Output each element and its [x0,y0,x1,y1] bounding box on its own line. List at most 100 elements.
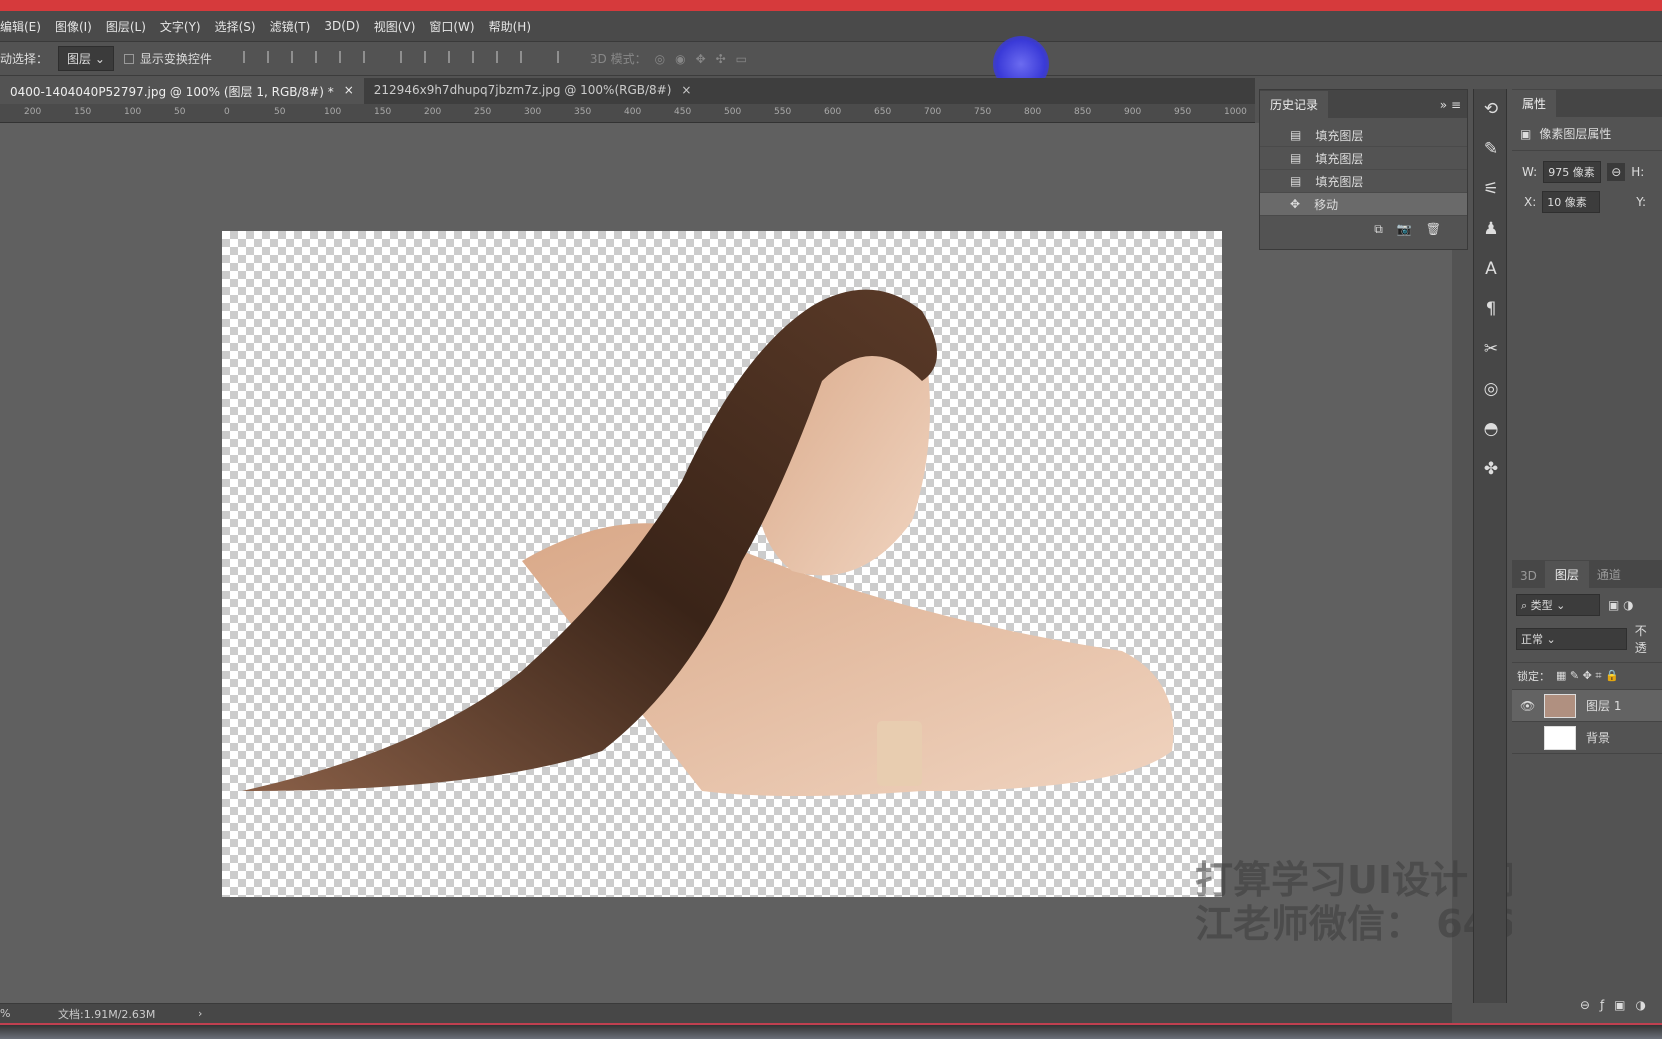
ruler-tick: 350 [574,107,592,117]
layer-actions[interactable]: ⊖ƒ▣◑ [1580,998,1656,1012]
layer-filter-dropdown[interactable]: ⌕ 类型 ⌄ [1516,594,1600,616]
ruler-tick: 750 [974,107,992,117]
document-icon: ▤ [1290,128,1302,142]
menu-layer[interactable]: 图层(L) [106,18,146,35]
ruler-tick: 100 [324,107,342,117]
layer-name: 图层 1 [1586,699,1622,713]
align-icons[interactable] [236,51,574,66]
menu-select[interactable]: 选择(S) [215,18,256,35]
history-item[interactable]: ✥ 移动 [1260,193,1467,216]
panel-icon-strip: ⟲ ✎ ⚟ ♟ A ¶ ✂ ◎ ◓ ✤ [1473,89,1507,1003]
filter-value: 类型 [1530,599,1553,612]
taskbar [0,1023,1662,1039]
character-icon[interactable]: A [1474,249,1508,289]
properties-subtitle: 像素图层属性 [1539,127,1612,141]
3d-mode-label: 3D 模式： [589,52,647,66]
ruler-tick: 250 [474,107,492,117]
ruler-tick: 0 [224,107,230,117]
menu-edit[interactable]: 编辑(E) [0,18,41,35]
blend-mode-dropdown[interactable]: 正常 ⌄ [1516,628,1627,650]
document-size: 文档:1.91M/2.63M [58,1007,156,1021]
ruler-tick: 1000 [1224,107,1247,117]
blend-value: 正常 [1521,633,1543,646]
bracelet [877,721,922,786]
auto-select-dropdown[interactable]: 图层 ⌄ [58,46,114,71]
history-item[interactable]: ▤ 填充图层 [1260,147,1467,170]
ruler-tick: 150 [374,107,392,117]
ruler-tick: 650 [874,107,892,117]
history-actions[interactable]: ⧉📷🗑 [1260,216,1467,243]
menu-3d[interactable]: 3D(D) [324,19,359,33]
ruler-tick: 150 [74,107,92,117]
close-icon[interactable]: × [344,83,354,99]
document-icon: ▤ [1290,151,1302,165]
history-icon[interactable]: ⟲ [1474,89,1508,129]
ruler-tick: 950 [1174,107,1192,117]
ruler-tick: 400 [624,107,642,117]
layer-thumbnail [1544,725,1576,750]
properties-tab[interactable]: 属性 [1512,90,1557,117]
auto-select-label: 动选择： [0,52,49,66]
history-item[interactable]: ▤ 填充图层 [1260,124,1467,147]
adjustments-icon[interactable]: ⚟ [1474,169,1508,209]
menu-filter[interactable]: 滤镜(T) [270,18,311,35]
close-icon[interactable]: × [681,83,691,99]
menu-view[interactable]: 视图(V) [374,18,416,35]
menu-image[interactable]: 图像(I) [55,18,92,35]
shapes-icon[interactable]: ✤ [1474,449,1508,489]
layer-row[interactable]: 👁 图层 1 [1512,690,1662,722]
lock-label: 锁定： [1517,670,1550,683]
properties-panel: 属性 ▣ 像素图层属性 W: 975 像素 ⊖ H: X: 10 像素 Y: [1512,89,1662,550]
tab-layers[interactable]: 图层 [1544,561,1589,588]
ruler-tick: 50 [174,107,186,117]
tab-label: 0400-1404040P52797.jpg @ 100% (图层 1, RGB… [10,85,334,99]
auto-select-value: 图层 [67,52,92,66]
layer-row[interactable]: 背景 [1512,722,1662,754]
menu-type[interactable]: 文字(Y) [160,18,201,35]
link-icon[interactable]: ⊖ [1607,163,1626,181]
width-field[interactable]: 975 像素 [1543,161,1602,183]
ruler-tick: 500 [724,107,742,117]
status-menu-arrow[interactable]: › [198,1007,202,1020]
tab-channels[interactable]: 通道 [1589,561,1629,588]
tab-document-2[interactable]: 212946x9h7dhupq7jbzm7z.jpg @ 100%(RGB/8#… [364,78,702,104]
eye-icon[interactable]: 👁 [1520,699,1535,713]
3d-icon[interactable]: ◓ [1474,409,1508,449]
layers-panel: 3D 图层 通道 ⌕ 类型 ⌄ ▣ ◑ 正常 ⌄ 不透 锁定： ▦ ✎ ✥ ⌗ 🔒 👁… [1512,560,1662,1020]
zoom-level[interactable]: % [0,1007,58,1020]
history-item-label: 填充图层 [1315,174,1364,189]
options-bar: 动选择： 图层 ⌄ 显示变换控件 3D 模式： ◎◉✥✣▭ [0,42,1662,76]
woman-image [242,289,1174,796]
ruler-tick: 300 [524,107,542,117]
x-field[interactable]: 10 像素 [1542,191,1601,213]
panel-menu-icon[interactable]: » ≡ [1434,92,1467,118]
layer-name: 背景 [1586,731,1611,745]
3d-mode-icons[interactable]: ◎◉✥✣▭ [655,52,757,66]
ruler-tick: 550 [774,107,792,117]
clone-source-icon[interactable]: ♟ [1474,209,1508,249]
menu-window[interactable]: 窗口(W) [429,18,474,35]
ruler-tick: 100 [124,107,142,117]
image-icon: ▣ [1520,126,1532,141]
menu-bar: 编辑(E) 图像(I) 图层(L) 文字(Y) 选择(S) 滤镜(T) 3D(D… [0,11,1662,42]
show-transform-checkbox[interactable] [123,53,134,64]
ruler-tick: 200 [24,107,42,117]
history-tab[interactable]: 历史记录 [1260,91,1329,118]
tab-3d[interactable]: 3D [1512,564,1545,588]
brush-icon[interactable]: ✎ [1474,129,1508,169]
lock-icons[interactable]: ▦ ✎ ✥ ⌗ 🔒 [1556,669,1619,683]
document-icon: ▤ [1290,174,1302,188]
menu-help[interactable]: 帮助(H) [489,18,531,35]
paragraph-icon[interactable]: ¶ [1474,289,1508,329]
libraries-icon[interactable]: ◎ [1474,369,1508,409]
tools-icon[interactable]: ✂ [1474,329,1508,369]
ruler-tick: 200 [424,107,442,117]
document-canvas[interactable] [222,231,1222,897]
filter-icons[interactable]: ▣ ◑ [1608,598,1634,612]
ruler-tick: 700 [924,107,942,117]
title-bar [0,0,1662,11]
history-item[interactable]: ▤ 填充图层 [1260,170,1467,193]
history-item-label: 填充图层 [1315,151,1364,166]
tab-document-1[interactable]: 0400-1404040P52797.jpg @ 100% (图层 1, RGB… [0,78,364,104]
ruler-tick: 900 [1124,107,1142,117]
